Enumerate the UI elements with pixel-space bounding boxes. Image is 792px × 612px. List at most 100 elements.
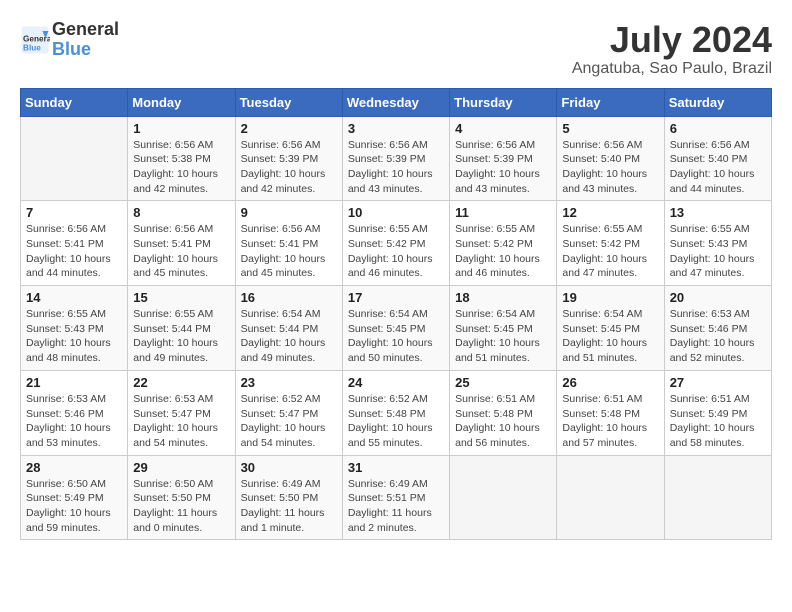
day-info: Sunrise: 6:54 AM Sunset: 5:45 PM Dayligh… bbox=[455, 307, 551, 366]
day-info: Sunrise: 6:56 AM Sunset: 5:41 PM Dayligh… bbox=[241, 222, 337, 281]
calendar-week-row: 21Sunrise: 6:53 AM Sunset: 5:46 PM Dayli… bbox=[21, 370, 772, 455]
day-info: Sunrise: 6:51 AM Sunset: 5:48 PM Dayligh… bbox=[455, 392, 551, 451]
day-info: Sunrise: 6:54 AM Sunset: 5:44 PM Dayligh… bbox=[241, 307, 337, 366]
calendar-cell: 27 Sunrise: 6:51 AM Sunset: 5:49 PM Dayli… bbox=[664, 370, 771, 455]
day-number: 21 bbox=[26, 375, 122, 390]
day-header-wednesday: Wednesday bbox=[342, 88, 449, 116]
day-info: Sunrise: 6:51 AM Sunset: 5:49 PM Dayligh… bbox=[670, 392, 766, 451]
calendar-cell: 31 Sunrise: 6:49 AM Sunset: 5:51 PM Dayli… bbox=[342, 455, 449, 540]
title-area: July 2024 Angatuba, Sao Paulo, Brazil bbox=[572, 20, 772, 78]
calendar-cell: 26Sunrise: 6:51 AM Sunset: 5:48 PM Dayli… bbox=[557, 370, 664, 455]
calendar-cell bbox=[557, 455, 664, 540]
day-number: 25 bbox=[455, 375, 551, 390]
day-number: 22 bbox=[133, 375, 229, 390]
calendar-cell: 18 Sunrise: 6:54 AM Sunset: 5:45 PM Dayli… bbox=[450, 286, 557, 371]
day-info: Sunrise: 6:50 AM Sunset: 5:50 PM Dayligh… bbox=[133, 477, 229, 536]
day-info: Sunrise: 6:56 AM Sunset: 5:39 PM Dayligh… bbox=[455, 138, 551, 197]
day-info: Sunrise: 6:53 AM Sunset: 5:47 PM Dayligh… bbox=[133, 392, 229, 451]
day-number: 6 bbox=[670, 121, 766, 136]
day-info: Sunrise: 6:55 AM Sunset: 5:42 PM Dayligh… bbox=[348, 222, 444, 281]
day-info: Sunrise: 6:55 AM Sunset: 5:43 PM Dayligh… bbox=[670, 222, 766, 281]
day-number: 14 bbox=[26, 290, 122, 305]
calendar-cell: 30 Sunrise: 6:49 AM Sunset: 5:50 PM Dayli… bbox=[235, 455, 342, 540]
day-number: 19 bbox=[562, 290, 658, 305]
day-info: Sunrise: 6:49 AM Sunset: 5:51 PM Dayligh… bbox=[348, 477, 444, 536]
day-info: Sunrise: 6:54 AM Sunset: 5:45 PM Dayligh… bbox=[562, 307, 658, 366]
day-number: 12 bbox=[562, 205, 658, 220]
calendar-cell: 25 Sunrise: 6:51 AM Sunset: 5:48 PM Dayli… bbox=[450, 370, 557, 455]
day-number: 17 bbox=[348, 290, 444, 305]
day-number: 11 bbox=[455, 205, 551, 220]
day-info: Sunrise: 6:56 AM Sunset: 5:38 PM Dayligh… bbox=[133, 138, 229, 197]
calendar-cell: 12 Sunrise: 6:55 AM Sunset: 5:42 PM Dayli… bbox=[557, 201, 664, 286]
calendar-cell: 14 Sunrise: 6:55 AM Sunset: 5:43 PM Dayli… bbox=[21, 286, 128, 371]
day-number: 2 bbox=[241, 121, 337, 136]
day-info: Sunrise: 6:55 AM Sunset: 5:43 PM Dayligh… bbox=[26, 307, 122, 366]
calendar-cell: 5 Sunrise: 6:56 AM Sunset: 5:40 PM Daylig… bbox=[557, 116, 664, 201]
day-number: 29 bbox=[133, 460, 229, 475]
calendar-header-row: SundayMondayTuesdayWednesdayThursdayFrid… bbox=[21, 88, 772, 116]
calendar-cell: 11 Sunrise: 6:55 AM Sunset: 5:42 PM Dayli… bbox=[450, 201, 557, 286]
day-info: Sunrise: 6:56 AM Sunset: 5:39 PM Dayligh… bbox=[241, 138, 337, 197]
calendar-cell: 23 Sunrise: 6:52 AM Sunset: 5:47 PM Dayli… bbox=[235, 370, 342, 455]
day-info: Sunrise: 6:56 AM Sunset: 5:40 PM Dayligh… bbox=[562, 138, 658, 197]
calendar-cell bbox=[21, 116, 128, 201]
day-info: Sunrise: 6:52 AM Sunset: 5:47 PM Dayligh… bbox=[241, 392, 337, 451]
day-info: Sunrise: 6:56 AM Sunset: 5:40 PM Dayligh… bbox=[670, 138, 766, 197]
logo-icon: General Blue bbox=[20, 25, 50, 55]
day-header-monday: Monday bbox=[128, 88, 235, 116]
calendar-cell: 13Sunrise: 6:55 AM Sunset: 5:43 PM Dayli… bbox=[664, 201, 771, 286]
calendar-week-row: 1Sunrise: 6:56 AM Sunset: 5:38 PM Daylig… bbox=[21, 116, 772, 201]
day-header-friday: Friday bbox=[557, 88, 664, 116]
calendar-cell: 6 Sunrise: 6:56 AM Sunset: 5:40 PM Daylig… bbox=[664, 116, 771, 201]
calendar-cell: 21Sunrise: 6:53 AM Sunset: 5:46 PM Dayli… bbox=[21, 370, 128, 455]
day-info: Sunrise: 6:49 AM Sunset: 5:50 PM Dayligh… bbox=[241, 477, 337, 536]
day-number: 9 bbox=[241, 205, 337, 220]
calendar-cell: 10Sunrise: 6:55 AM Sunset: 5:42 PM Dayli… bbox=[342, 201, 449, 286]
day-number: 15 bbox=[133, 290, 229, 305]
calendar-cell: 15 Sunrise: 6:55 AM Sunset: 5:44 PM Dayli… bbox=[128, 286, 235, 371]
day-info: Sunrise: 6:52 AM Sunset: 5:48 PM Dayligh… bbox=[348, 392, 444, 451]
day-info: Sunrise: 6:55 AM Sunset: 5:42 PM Dayligh… bbox=[562, 222, 658, 281]
day-info: Sunrise: 6:56 AM Sunset: 5:39 PM Dayligh… bbox=[348, 138, 444, 197]
day-info: Sunrise: 6:51 AM Sunset: 5:48 PM Dayligh… bbox=[562, 392, 658, 451]
day-number: 31 bbox=[348, 460, 444, 475]
calendar-cell: 28 Sunrise: 6:50 AM Sunset: 5:49 PM Dayli… bbox=[21, 455, 128, 540]
day-number: 18 bbox=[455, 290, 551, 305]
day-header-tuesday: Tuesday bbox=[235, 88, 342, 116]
calendar-cell: 22 Sunrise: 6:53 AM Sunset: 5:47 PM Dayli… bbox=[128, 370, 235, 455]
calendar-cell: 19 Sunrise: 6:54 AM Sunset: 5:45 PM Dayli… bbox=[557, 286, 664, 371]
day-header-thursday: Thursday bbox=[450, 88, 557, 116]
calendar-table: SundayMondayTuesdayWednesdayThursdayFrid… bbox=[20, 88, 772, 541]
day-info: Sunrise: 6:54 AM Sunset: 5:45 PM Dayligh… bbox=[348, 307, 444, 366]
day-number: 5 bbox=[562, 121, 658, 136]
day-header-saturday: Saturday bbox=[664, 88, 771, 116]
day-info: Sunrise: 6:56 AM Sunset: 5:41 PM Dayligh… bbox=[133, 222, 229, 281]
logo-text-line2: Blue bbox=[52, 40, 119, 60]
day-number: 16 bbox=[241, 290, 337, 305]
calendar-cell: 8Sunrise: 6:56 AM Sunset: 5:41 PM Daylig… bbox=[128, 201, 235, 286]
day-info: Sunrise: 6:55 AM Sunset: 5:42 PM Dayligh… bbox=[455, 222, 551, 281]
calendar-cell: 9 Sunrise: 6:56 AM Sunset: 5:41 PM Daylig… bbox=[235, 201, 342, 286]
calendar-cell: 1Sunrise: 6:56 AM Sunset: 5:38 PM Daylig… bbox=[128, 116, 235, 201]
month-title: July 2024 bbox=[572, 20, 772, 60]
calendar-week-row: 14 Sunrise: 6:55 AM Sunset: 5:43 PM Dayli… bbox=[21, 286, 772, 371]
day-number: 28 bbox=[26, 460, 122, 475]
day-number: 20 bbox=[670, 290, 766, 305]
logo: General Blue General Blue bbox=[20, 20, 119, 60]
calendar-week-row: 7 Sunrise: 6:56 AM Sunset: 5:41 PM Daylig… bbox=[21, 201, 772, 286]
calendar-cell: 16 Sunrise: 6:54 AM Sunset: 5:44 PM Dayli… bbox=[235, 286, 342, 371]
day-info: Sunrise: 6:50 AM Sunset: 5:49 PM Dayligh… bbox=[26, 477, 122, 536]
calendar-cell: 2 Sunrise: 6:56 AM Sunset: 5:39 PM Daylig… bbox=[235, 116, 342, 201]
day-number: 7 bbox=[26, 205, 122, 220]
calendar-cell bbox=[450, 455, 557, 540]
day-number: 30 bbox=[241, 460, 337, 475]
day-info: Sunrise: 6:55 AM Sunset: 5:44 PM Dayligh… bbox=[133, 307, 229, 366]
calendar-cell: 24Sunrise: 6:52 AM Sunset: 5:48 PM Dayli… bbox=[342, 370, 449, 455]
day-number: 23 bbox=[241, 375, 337, 390]
day-number: 27 bbox=[670, 375, 766, 390]
day-number: 4 bbox=[455, 121, 551, 136]
svg-text:Blue: Blue bbox=[23, 43, 41, 52]
calendar-cell: 17 Sunrise: 6:54 AM Sunset: 5:45 PM Dayli… bbox=[342, 286, 449, 371]
calendar-cell: 4 Sunrise: 6:56 AM Sunset: 5:39 PM Daylig… bbox=[450, 116, 557, 201]
